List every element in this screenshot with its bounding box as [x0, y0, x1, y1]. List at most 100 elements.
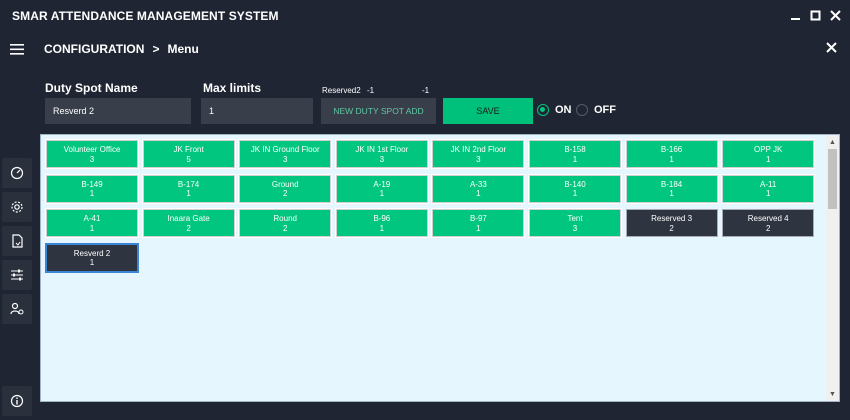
sidebar-item-dashboard[interactable] — [2, 158, 32, 188]
duty-spot-count: 2 — [765, 223, 771, 233]
breadcrumb: CONFIGURATION > Menu — [44, 42, 207, 56]
duty-spot-tile[interactable]: B-97 1 — [431, 208, 526, 238]
duty-spot-tile[interactable]: Ground 2 — [238, 173, 333, 204]
duty-spot-name: JK IN 2nd Floor — [450, 145, 507, 154]
duty-spot-tile[interactable]: A-41 1 — [45, 208, 139, 238]
duty-spot-count: 1 — [572, 154, 578, 164]
duty-spot-tile[interactable]: Round 2 — [238, 208, 333, 238]
app-title: SMAR ATTENDANCE MANAGEMENT SYSTEM — [12, 9, 279, 23]
breadcrumb-current: Menu — [167, 42, 199, 56]
maximize-button[interactable] — [806, 4, 824, 26]
scrollbar[interactable]: ▲ ▼ — [826, 135, 839, 401]
duty-spot-tile[interactable]: JK IN 2nd Floor 3 — [431, 139, 526, 169]
duty-spot-tile[interactable]: B-149 1 — [45, 173, 139, 204]
sidebar-item-configuration[interactable] — [2, 260, 32, 290]
sidebar — [0, 32, 36, 420]
duty-spot-name: B-96 — [373, 214, 391, 223]
duty-spot-name: B-166 — [660, 145, 683, 154]
duty-spot-name: B-140 — [564, 179, 586, 189]
duty-spot-count: 2 — [186, 223, 191, 233]
breadcrumb-root: CONFIGURATION — [44, 42, 145, 56]
duty-spot-count: 1 — [572, 189, 578, 198]
duty-spot-tile[interactable]: Resverd 21 — [45, 242, 139, 273]
duty-spot-name: Round — [273, 214, 297, 223]
duty-spot-count: 2 — [669, 223, 674, 233]
menu-button[interactable] — [2, 34, 32, 64]
duty-spot-name: B-149 — [81, 179, 103, 189]
duty-spot-tile[interactable]: JK Front 5 — [141, 139, 236, 169]
duty-spot-count: 3 — [476, 154, 481, 164]
duty-spot-name: Ground — [271, 179, 299, 189]
menu-icon — [10, 44, 24, 55]
duty-spot-tile[interactable]: A-19 1 — [334, 173, 429, 204]
on-label: ON — [555, 104, 572, 116]
duty-spot-count: 3 — [89, 154, 95, 164]
duty-spot-name: OPP JK — [754, 145, 783, 154]
duty-spot-tile[interactable]: B-96 1 — [334, 208, 429, 238]
on-radio[interactable] — [537, 104, 549, 116]
new-duty-spot-button[interactable]: NEW DUTY SPOT ADD — [321, 98, 436, 124]
duty-spot-tile[interactable]: OPP JK 1 — [721, 139, 816, 169]
off-label: OFF — [594, 104, 616, 116]
duty-spot-tile[interactable]: B-166 1 — [624, 139, 719, 169]
duty-spot-count: 3 — [282, 154, 288, 164]
sliders-icon — [11, 269, 23, 281]
minimize-button[interactable] — [786, 4, 804, 26]
duty-spot-count: 1 — [89, 189, 95, 198]
duty-spot-count: 5 — [186, 154, 191, 164]
duty-spot-tile[interactable]: A-11 1 — [721, 173, 816, 204]
duty-spot-name: Inaara Gate — [167, 214, 210, 223]
duty-spot-name: Reserved 3 — [651, 214, 693, 223]
duty-spot-name: B-174 — [177, 179, 200, 189]
duty-spot-name: Reserved 4 — [747, 214, 789, 223]
close-icon — [826, 42, 837, 53]
duty-spot-name-input[interactable] — [45, 98, 191, 124]
duty-spot-name: B-184 — [660, 179, 683, 189]
duty-spot-tile[interactable]: JK IN Ground Floor 3 — [238, 139, 333, 169]
save-button[interactable]: SAVE — [443, 98, 533, 124]
duty-spot-name: A-33 — [469, 179, 487, 189]
duty-spot-count: 1 — [89, 223, 95, 233]
duty-spot-tile[interactable]: Volunteer Office 3 — [45, 139, 139, 169]
document-icon — [12, 234, 23, 248]
duty-spot-count: 3 — [572, 223, 578, 233]
sidebar-item-settings[interactable] — [2, 192, 32, 222]
duty-spot-tile[interactable]: Inaara Gate 2 — [141, 208, 236, 238]
minimize-icon — [790, 17, 800, 20]
sidebar-item-info[interactable] — [2, 386, 32, 416]
duty-spot-count: 1 — [669, 154, 674, 164]
duty-spot-tile[interactable]: A-33 1 — [431, 173, 526, 204]
maximize-icon — [810, 10, 820, 20]
close-window-button[interactable] — [826, 4, 844, 26]
scroll-up-icon[interactable]: ▲ — [826, 136, 839, 148]
duty-spot-tile[interactable]: Reserved 42 — [722, 209, 815, 237]
duty-spot-tile[interactable]: B-184 1 — [624, 173, 719, 204]
duty-spot-tile[interactable]: JK IN 1st Floor 3 — [334, 139, 429, 169]
sidebar-item-users[interactable] — [2, 294, 32, 324]
duty-spot-tile[interactable]: Tent 3 — [528, 208, 622, 238]
duty-spot-name: B-158 — [564, 145, 586, 154]
scroll-thumb[interactable] — [828, 149, 837, 209]
duty-spot-name: Volunteer Office — [63, 145, 121, 154]
max-limits-input[interactable] — [201, 98, 313, 124]
scroll-down-icon[interactable]: ▼ — [826, 388, 839, 400]
duty-spot-name: A-41 — [83, 214, 101, 223]
sidebar-item-documents[interactable] — [2, 226, 32, 256]
duty-spot-count: 1 — [765, 189, 771, 198]
reserved-label: Reserved2 — [322, 86, 361, 95]
duty-spot-tile[interactable]: B-174 1 — [141, 173, 236, 204]
duty-spot-name: A-11 — [760, 179, 777, 189]
duty-spot-tile[interactable]: Reserved 32 — [625, 209, 718, 237]
settings-icon — [11, 201, 23, 213]
duty-spot-panel: Volunteer Office 3 JK Front 5 JK IN Ground F… — [40, 134, 840, 402]
duty-spot-name: JK Front — [173, 145, 204, 154]
radio-dot — [540, 107, 545, 112]
close-page-button[interactable] — [826, 40, 837, 57]
max-limits-label: Max limits — [203, 81, 262, 95]
duty-spot-tile[interactable]: B-158 1 — [528, 139, 622, 169]
duty-spot-count: 1 — [476, 223, 481, 233]
off-radio[interactable] — [576, 104, 588, 116]
duty-spot-count: 1 — [765, 154, 771, 164]
duty-spot-count: 2 — [282, 223, 288, 233]
duty-spot-tile[interactable]: B-140 1 — [528, 173, 622, 204]
